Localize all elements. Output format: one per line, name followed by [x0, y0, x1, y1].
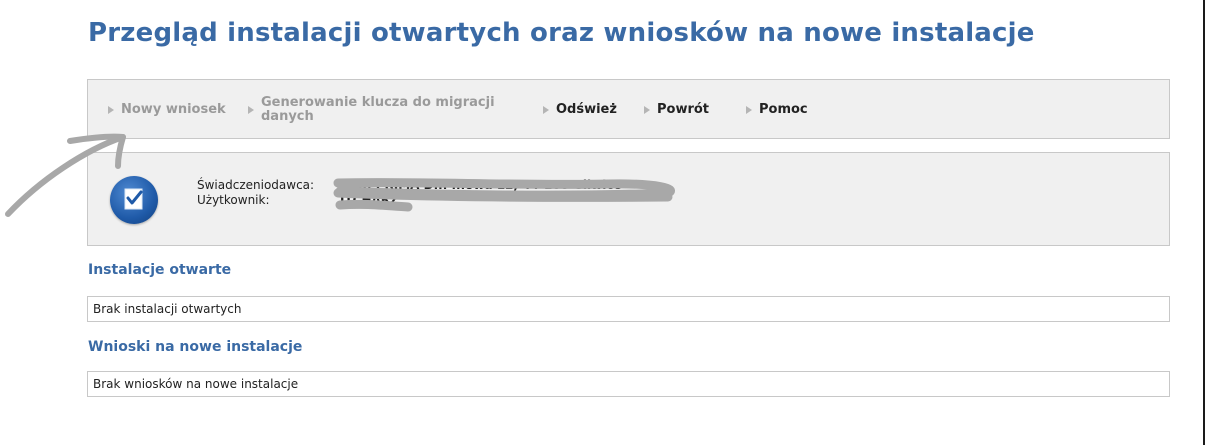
generate-migration-key-label: Generowanie klucza do migracji danych: [261, 95, 495, 124]
provider-label: Świadczeniodawca:: [197, 178, 315, 192]
triangle-right-icon: [644, 105, 650, 114]
action-toolbar: Nowy wniosek Generowanie klucza do migra…: [87, 79, 1170, 139]
open-installations-title: Instalacje otwarte: [88, 262, 232, 278]
page-title: Przegląd instalacji otwartych oraz wnios…: [88, 18, 1035, 48]
refresh-label: Odśwież: [556, 102, 617, 117]
triangle-right-icon: [543, 105, 549, 114]
refresh-button[interactable]: Odśwież: [543, 102, 617, 117]
help-label: Pomoc: [759, 102, 808, 117]
new-requests-message: Brak wniosków na nowe instalacje: [87, 371, 1170, 397]
info-values: Ap... PRIMA D... ...owa 12, 44-100 Gliwi…: [340, 178, 622, 208]
provider-value: Ap... PRIMA D... ...owa 12, 44-100 Gliwi…: [340, 178, 622, 192]
window-right-border: [1203, 0, 1205, 445]
back-label: Powrót: [657, 102, 710, 117]
triangle-right-icon: [746, 105, 752, 114]
open-installations-message: Brak instalacji otwartych: [87, 296, 1170, 322]
user-value: ITCHARZ: [340, 193, 399, 207]
generate-migration-key-button[interactable]: Generowanie klucza do migracji danych: [248, 96, 506, 124]
back-button[interactable]: Powrót: [644, 102, 709, 117]
new-request-label: Nowy wniosek: [121, 102, 226, 117]
checkbox-document-icon: [110, 176, 158, 224]
triangle-right-icon: [108, 105, 114, 114]
new-request-button[interactable]: Nowy wniosek: [108, 102, 226, 117]
triangle-right-icon: [248, 106, 254, 114]
info-labels: Świadczeniodawca: Użytkownik:: [197, 178, 314, 208]
help-button[interactable]: Pomoc: [746, 102, 808, 117]
new-requests-title: Wnioski na nowe instalacje: [88, 339, 303, 355]
user-info-panel: Świadczeniodawca: Użytkownik: Ap... PRIM…: [87, 152, 1170, 246]
user-label: Użytkownik:: [197, 193, 270, 207]
